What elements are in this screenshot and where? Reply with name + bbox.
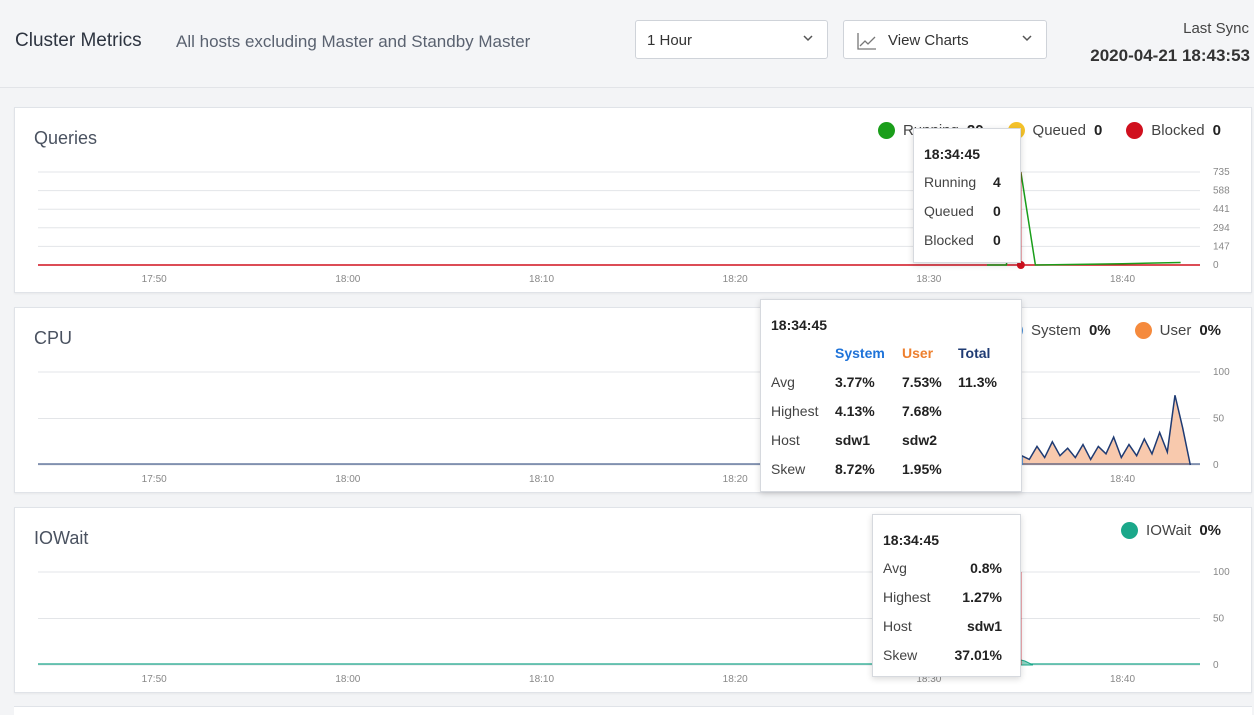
x-tick-label: 18:40 — [1110, 274, 1135, 285]
tooltip-col-total: Total — [958, 345, 991, 361]
tooltip-label: Skew — [771, 461, 806, 477]
tooltip-value: 4.13% — [835, 403, 875, 419]
tooltip-value: 3.77% — [835, 374, 875, 390]
y-tick-label: 100 — [1213, 367, 1230, 378]
tooltip-value: 0 — [993, 232, 1001, 248]
queries-tooltip: 18:34:45 Running 4 Queued 0 Blocked 0 — [913, 128, 1021, 263]
y-tick-label: 100 — [1213, 567, 1230, 578]
y-tick-label: 294 — [1213, 223, 1230, 234]
tooltip-value: 1.27% — [962, 589, 1002, 605]
iowait-tooltip: 18:34:45 Avg 0.8% Highest 1.27% Host sdw… — [872, 514, 1021, 677]
x-tick-label: 17:50 — [142, 274, 167, 285]
tooltip-value: 7.68% — [902, 403, 942, 419]
view-mode-value: View Charts — [888, 32, 969, 49]
tooltip-label: Highest — [883, 589, 931, 605]
iowait-chart: 10050017:50 18:00 18:10 18:20 18:30 18:40 — [38, 567, 1230, 685]
iowait-panel: IOWait IOWait 0% 100 50 0 17:50 18:00 18:10 18:… — [14, 507, 1252, 693]
tooltip-label: Queued — [924, 203, 974, 219]
time-range-value: 1 Hour — [647, 32, 693, 49]
x-tick-label: 17:50 — [142, 674, 167, 685]
time-range-select[interactable]: 1 Hour — [635, 20, 828, 59]
tooltip-label: Host — [883, 618, 912, 634]
x-tick-label: 18:10 — [529, 674, 554, 685]
x-tick-label: 18:00 — [335, 674, 360, 685]
cpu-tooltip: 18:34:45 System User Total Avg 3.77% 7.5… — [760, 299, 1022, 492]
view-mode-select[interactable]: View Charts — [843, 20, 1047, 59]
tooltip-value: 11.3% — [958, 374, 997, 390]
tooltip-col-user: User — [902, 345, 934, 361]
y-tick-label: 735 — [1213, 167, 1230, 178]
tooltip-time: 18:34:45 — [924, 146, 981, 162]
y-tick-label: 441 — [1213, 204, 1230, 215]
tooltip-value: 8.72% — [835, 461, 875, 477]
tooltip-label: Highest — [771, 403, 819, 419]
queries-chart: 735 588 441 294 147 0 17:50 18:00 18:10 18:20 18:3… — [38, 167, 1230, 285]
tooltip-value: 4 — [993, 174, 1001, 190]
x-tick-label: 17:50 — [142, 474, 167, 485]
tooltip-time: 18:34:45 — [883, 532, 940, 548]
x-tick-label: 18:20 — [723, 274, 748, 285]
tooltip-label: Host — [771, 432, 800, 448]
tooltip-value: sdw1 — [966, 618, 1002, 634]
last-sync-label: Last Sync — [1183, 20, 1249, 37]
page-subtitle: All hosts excluding Master and Standby M… — [176, 32, 531, 51]
tooltip-value: sdw2 — [902, 432, 938, 448]
page-title: Cluster Metrics — [15, 30, 142, 51]
x-tick-label: 18:10 — [529, 474, 554, 485]
y-tick-label: 0 — [1213, 660, 1219, 671]
tooltip-label: Running — [924, 174, 977, 190]
next-panel-edge — [14, 706, 1252, 715]
x-tick-label: 18:30 — [916, 274, 941, 285]
page-header: Cluster Metrics All hosts excluding Mast… — [0, 0, 1254, 88]
x-tick-label: 18:10 — [529, 274, 554, 285]
last-sync-value: 2020-04-21 18:43:53 — [1090, 46, 1250, 65]
tooltip-value: sdw1 — [835, 432, 871, 448]
chevron-down-icon — [803, 35, 813, 42]
tooltip-value: 0 — [993, 203, 1001, 219]
tooltip-time: 18:34:45 — [771, 317, 828, 333]
cpu-chart: 10050017:5018:0018:1018:2018:3018:40 — [38, 367, 1230, 485]
y-tick-label: 0 — [1213, 260, 1219, 271]
tooltip-label: Avg — [771, 374, 795, 390]
y-tick-label: 0 — [1213, 460, 1219, 471]
queries-panel: Queries Running20Queued0Blocked0 7355884… — [14, 107, 1252, 293]
x-tick-label: 18:00 — [335, 474, 360, 485]
tooltip-value: 1.95% — [902, 461, 942, 477]
y-tick-label: 50 — [1213, 614, 1225, 625]
tooltip-label: Blocked — [924, 232, 974, 248]
tooltip-value: 0.8% — [970, 560, 1002, 576]
x-tick-label: 18:20 — [723, 674, 748, 685]
tooltip-value: 37.01% — [954, 647, 1002, 663]
tooltip-col-system: System — [835, 345, 885, 361]
x-tick-label: 18:40 — [1110, 674, 1135, 685]
chevron-down-icon — [1022, 35, 1032, 42]
line-chart-icon — [857, 33, 876, 50]
y-tick-label: 50 — [1213, 414, 1225, 425]
series-area-user — [1006, 395, 1191, 465]
x-tick-label: 18:40 — [1110, 474, 1135, 485]
x-tick-label: 18:00 — [335, 274, 360, 285]
x-tick-label: 18:20 — [723, 474, 748, 485]
tooltip-label: Skew — [883, 647, 918, 663]
y-tick-label: 588 — [1213, 186, 1230, 197]
tooltip-value: 7.53% — [902, 374, 942, 390]
cpu-panel: CPU System 0% User 0% 100 50 0 17:50 18:00 18:10… — [14, 307, 1252, 493]
tooltip-label: Avg — [883, 560, 907, 576]
y-tick-label: 147 — [1213, 241, 1230, 252]
